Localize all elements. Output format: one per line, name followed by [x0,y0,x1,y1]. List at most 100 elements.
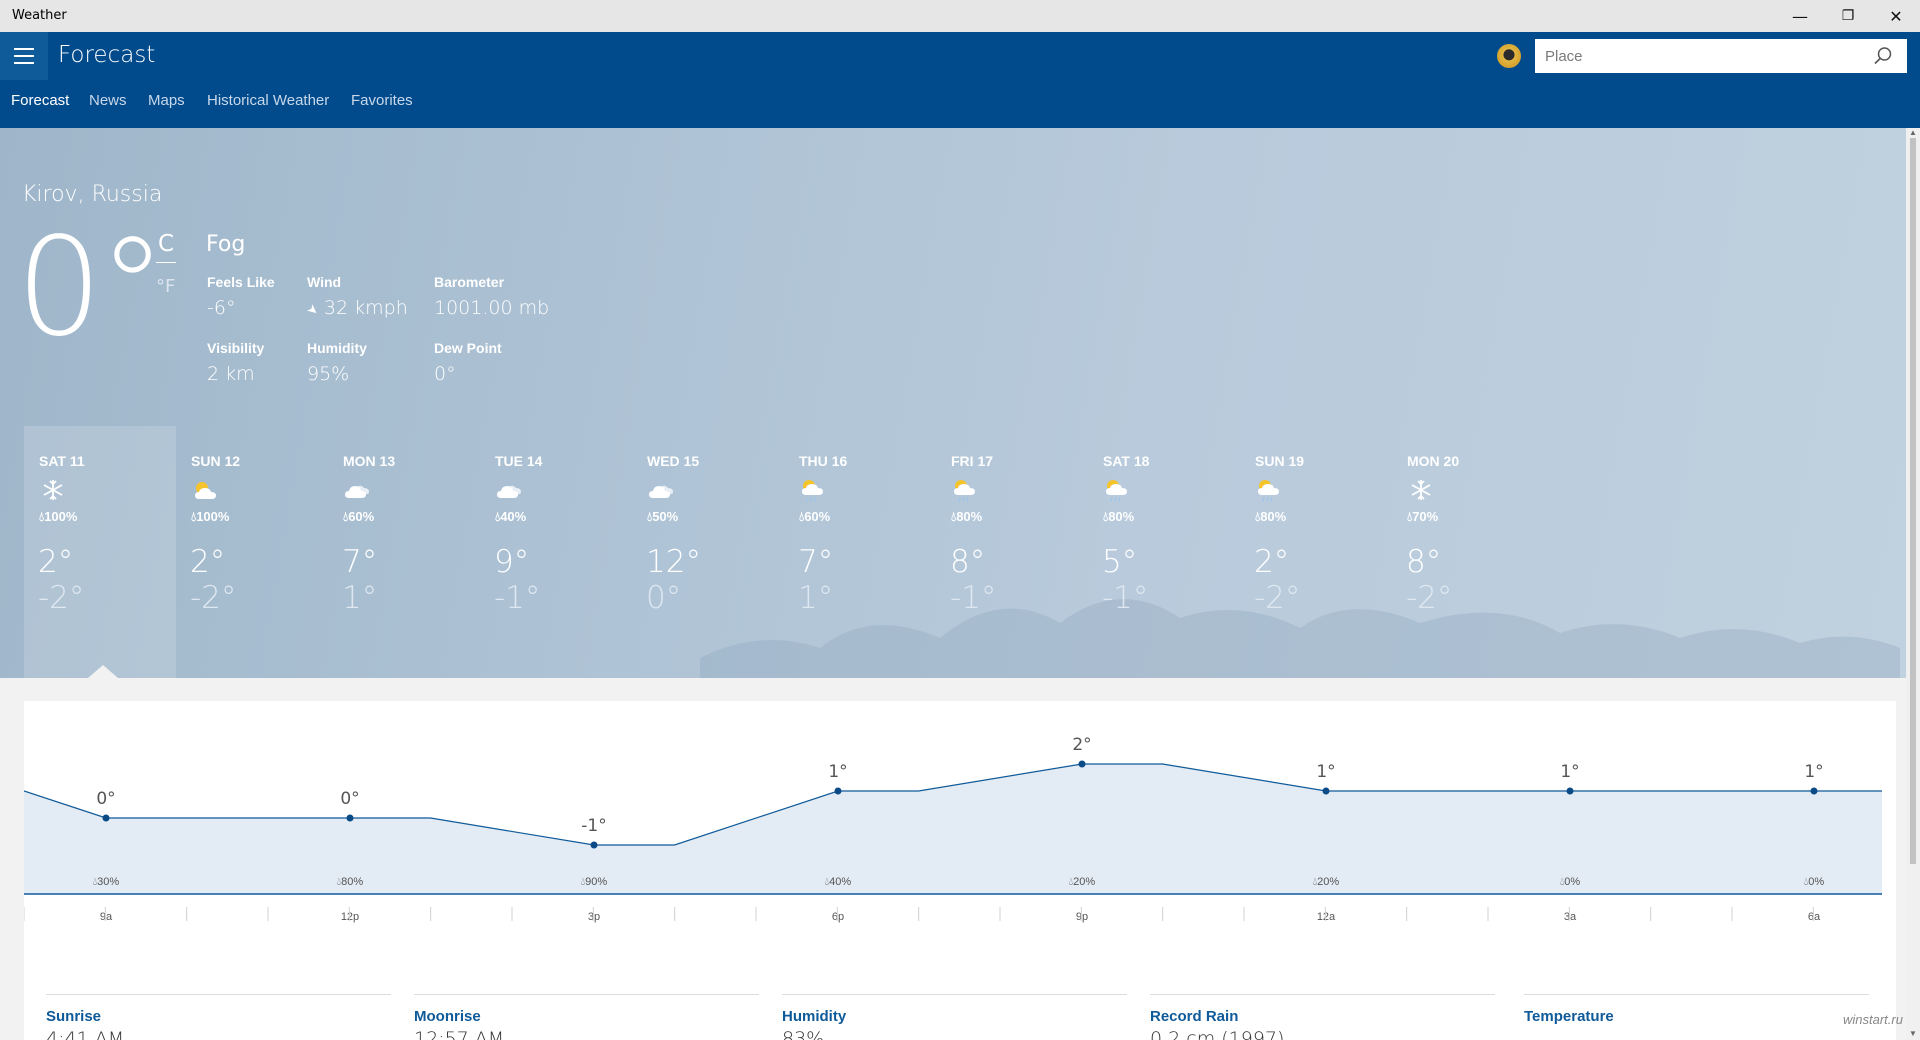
unit-celsius-toggle[interactable]: C [158,231,174,257]
temperature-label: 0° [96,789,115,809]
high-temp: 8° [950,544,986,580]
day-tile[interactable]: SUN 12 💧︎100% 2° -2° [176,426,328,678]
precip-label: 💧︎20% [1069,876,1096,888]
location-name: Kirov, Russia [22,182,163,207]
x-tick-label: 6p [832,911,844,923]
high-temp: 5° [1102,544,1138,580]
detail-value: 12:57 AM [414,1028,505,1040]
barometer-label: Barometer [434,274,505,290]
detail-divider [1524,994,1869,995]
window-title: Weather [12,8,67,23]
visibility-label: Visibility [207,340,265,356]
precip-chance: 50% [652,509,679,524]
high-temp: 7° [798,544,834,580]
day-name: SUN 12 [191,453,241,469]
x-tick-label: 3p [588,911,600,923]
precip-chance: 60% [804,509,831,524]
temperature-label: 1° [828,762,847,782]
detail-value: 4:41 AM [46,1028,125,1040]
tab-historical-weather[interactable]: Historical Weather [207,92,329,109]
day-name: FRI 17 [951,453,994,469]
feels-like-value: -6° [207,297,236,319]
scroll-down-icon[interactable]: ▼ [1909,1029,1917,1038]
temperature-label: -1° [581,816,606,836]
search-icon[interactable] [1873,46,1893,66]
temperature-point [590,841,598,849]
day-tile[interactable]: MON 13 💧︎60% 7° 1° [328,426,480,678]
precip-label: 💧︎0% [1804,876,1825,888]
cloudy-icon [497,485,521,498]
high-temp: 2° [38,544,74,580]
day-name: THU 16 [799,453,848,469]
day-tile[interactable]: SAT 11 💧︎100% 2° -2° [24,426,176,678]
partly-sunny-icon [195,482,216,499]
x-tick-label: 3a [1564,911,1577,923]
day-name: TUE 14 [495,453,543,469]
page-title: Forecast [58,42,156,68]
x-tick-label: 9a [100,911,113,923]
wind-label: Wind [307,274,342,290]
day-name: SUN 19 [1255,453,1305,469]
temperature-label: 1° [1804,762,1823,782]
day-name: MON 13 [343,453,396,469]
precip-chance: 100% [196,509,230,524]
feels-like-stat: Feels Like -6° [207,274,275,319]
day-tile[interactable]: SUN 19 💧︎80% 2° -2° [1240,426,1392,678]
humidity-stat: Humidity 95% [307,340,367,385]
tab-maps[interactable]: Maps [148,92,185,109]
search-placeholder: Place [1545,48,1583,65]
restore-button[interactable]: ❐ [1824,0,1872,32]
sun-rain-icon [1258,480,1279,502]
wind-stat: Wind ➤ 32 kmph [303,274,407,320]
low-temp: -2° [1254,580,1301,616]
scroll-up-icon[interactable]: ▲ [1909,128,1917,137]
dew-point-label: Dew Point [434,340,502,356]
precip-label: 💧︎80% [337,876,364,888]
wind-direction-icon: ➤ [303,301,322,320]
current-temperature: 0° [16,209,167,367]
day-tile[interactable]: SAT 18 💧︎80% 5° -1° [1088,426,1240,678]
temperature-label: 0° [340,789,359,809]
cloudy-icon [345,485,369,498]
visibility-stat: Visibility 2 km [207,340,264,385]
page-scrollbar[interactable]: ▲ ▼ [1906,128,1920,1040]
day-tile[interactable]: TUE 14 💧︎40% 9° -1° [480,426,632,678]
precip-chance: 60% [348,509,375,524]
precip-label: 💧︎20% [1313,876,1340,888]
tab-news[interactable]: News [89,92,127,109]
barometer-stat: Barometer 1001.00 mb [434,274,549,319]
tab-forecast[interactable]: Forecast [11,92,69,109]
close-button[interactable]: ✕ [1872,0,1920,32]
tab-favorites[interactable]: Favorites [351,92,413,109]
app-header: Forecast Place Forecast News Maps Histor… [0,32,1920,128]
high-temp: 9° [494,544,530,580]
day-tile[interactable]: FRI 17 💧︎80% 8° -1° [936,426,1088,678]
hamburger-menu-icon[interactable] [0,32,48,80]
unit-fahrenheit-toggle[interactable]: °F [156,276,175,297]
current-conditions-panel: Kirov, Russia 0° C °F Fog Feels Like -6°… [0,128,1906,678]
weather-app: Weather — ❐ ✕ Forecast Place Forecast Ne… [0,0,1920,1040]
minimize-button[interactable]: — [1776,0,1824,32]
scrollbar-thumb[interactable] [1910,138,1916,864]
detail-label: Humidity [782,1008,847,1025]
temperature-point [1810,787,1818,795]
low-temp: -2° [1406,580,1453,616]
detail-label: Temperature [1524,1008,1614,1025]
day-tile[interactable]: WED 15 💧︎50% 12° 0° [632,426,784,678]
day-tile[interactable]: THU 16 💧︎60% 7° 1° [784,426,936,678]
snow-icon [43,480,63,500]
temperature-area [24,764,1882,894]
temperature-label: 1° [1560,762,1579,782]
low-temp: -1° [1102,580,1149,616]
dew-point-stat: Dew Point 0° [434,340,502,385]
visibility-value: 2 km [207,363,255,385]
condition-text: Fog [206,232,246,257]
avatar[interactable] [1497,44,1521,68]
temperature-point [834,787,842,795]
temperature-point [102,814,110,822]
sun-rain-icon [802,480,823,502]
high-temp: 8° [1406,544,1442,580]
precip-chance: 70% [1412,509,1439,524]
day-tile[interactable]: MON 20 💧︎70% 8° -2° [1392,426,1544,678]
search-input[interactable]: Place [1535,39,1907,73]
